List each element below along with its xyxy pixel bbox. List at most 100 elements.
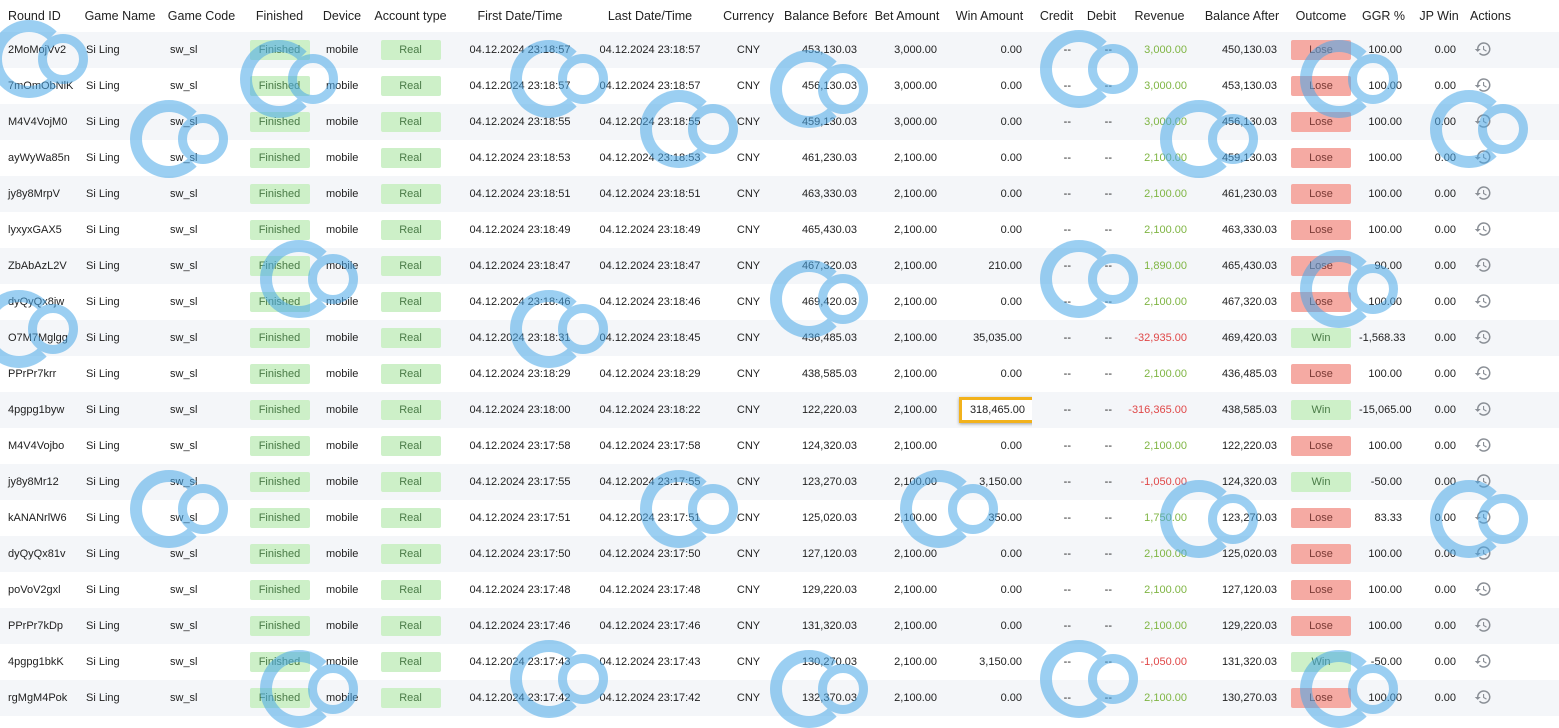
debit-cell: --: [1104, 116, 1112, 128]
credit-cell: --: [1063, 512, 1071, 524]
history-icon[interactable]: [1474, 652, 1492, 670]
col-header-finished[interactable]: Finished: [241, 0, 318, 32]
first-datetime-cell: 04.12.2024 23:17:55: [469, 476, 571, 488]
history-icon[interactable]: [1474, 148, 1492, 166]
round-id-cell[interactable]: PPrPr7krr: [0, 356, 78, 392]
finished-badge: Finished: [249, 688, 310, 708]
round-id-cell[interactable]: M4V4VojM0: [0, 104, 78, 140]
history-icon[interactable]: [1474, 184, 1492, 202]
round-id-cell[interactable]: ayWyWa85n: [0, 140, 78, 176]
win-amount-cell: 0.00: [947, 680, 1032, 716]
round-id-cell[interactable]: jy8y8MrpV: [0, 176, 78, 212]
outcome-badge: Lose: [1291, 616, 1351, 636]
col-header-ggr[interactable]: GGR %: [1355, 0, 1412, 32]
history-icon[interactable]: [1474, 436, 1492, 454]
jp-win-cell: 0.00: [1434, 656, 1456, 668]
col-header-last-datetime[interactable]: Last Date/Time: [585, 0, 715, 32]
account-type-cell: Real: [366, 356, 455, 392]
actions-cell: [1466, 356, 1559, 392]
round-id-cell[interactable]: ZbAbAzL2V: [0, 248, 78, 284]
currency-cell: CNY: [736, 476, 761, 488]
account-type-cell: Real: [366, 284, 455, 320]
col-header-debit[interactable]: Debit: [1081, 0, 1122, 32]
history-icon[interactable]: [1474, 400, 1492, 418]
history-icon[interactable]: [1474, 580, 1492, 598]
col-header-balance-before[interactable]: Balance Before: [782, 0, 867, 32]
finished-badge: Finished: [249, 76, 310, 96]
table-row: rgMgM4Pok Si Ling sw_sl Finished mobile Real 0…: [0, 680, 1559, 716]
bet-amount-cell: 2,100.00: [894, 692, 937, 704]
col-header-currency[interactable]: Currency: [715, 0, 782, 32]
col-header-game-name[interactable]: Game Name: [78, 0, 162, 32]
col-header-first-datetime[interactable]: First Date/Time: [455, 0, 585, 32]
round-id-cell[interactable]: lyxyxGAX5: [0, 212, 78, 248]
bet-amount-cell: 2,100.00: [894, 440, 937, 452]
first-datetime-cell: 04.12.2024 23:18:53: [469, 152, 571, 164]
game-name-cell: Si Ling: [86, 116, 120, 128]
game-name-cell: Si Ling: [86, 296, 120, 308]
outcome-cell: Lose: [1287, 140, 1355, 176]
round-id-cell[interactable]: dyQyQx8jw: [0, 284, 78, 320]
round-id-cell[interactable]: O7M7Mglgg: [0, 320, 78, 356]
round-id-cell[interactable]: 4pgpg1bkK: [0, 644, 78, 680]
history-icon[interactable]: [1474, 220, 1492, 238]
account-type-badge: Real: [380, 220, 441, 240]
history-icon[interactable]: [1474, 256, 1492, 274]
win-amount-value: 0.00: [1000, 440, 1022, 452]
balance-after-cell: 456,130.03: [1221, 116, 1277, 128]
table-row: jy8y8MrpV Si Ling sw_sl Finished mobile Real 0…: [0, 176, 1559, 212]
round-id-cell[interactable]: kANANrlW6: [0, 500, 78, 536]
history-icon[interactable]: [1474, 544, 1492, 562]
col-header-game-code[interactable]: Game Code: [162, 0, 241, 32]
round-id-cell[interactable]: 4pgpg1byw: [0, 392, 78, 428]
currency-cell: CNY: [736, 512, 761, 524]
history-icon[interactable]: [1474, 112, 1492, 130]
col-header-account-type[interactable]: Account type: [366, 0, 455, 32]
col-header-balance-after[interactable]: Balance After: [1197, 0, 1287, 32]
account-type-badge: Real: [380, 688, 441, 708]
history-icon[interactable]: [1474, 472, 1492, 490]
round-id-cell[interactable]: PPrPr7kDp: [0, 608, 78, 644]
finished-badge: Finished: [249, 220, 310, 240]
jp-win-cell: 0.00: [1434, 620, 1456, 632]
round-id-cell[interactable]: jy8y8Mr12: [0, 464, 78, 500]
debit-cell: --: [1104, 404, 1112, 416]
col-header-revenue[interactable]: Revenue: [1122, 0, 1197, 32]
round-id-cell[interactable]: 2MoMojVv2: [0, 32, 78, 68]
jp-win-cell: 0.00: [1434, 440, 1456, 452]
round-id-cell[interactable]: 7mOmObNlK: [0, 68, 78, 104]
col-header-outcome[interactable]: Outcome: [1287, 0, 1355, 32]
history-icon[interactable]: [1474, 364, 1492, 382]
game-name-cell: Si Ling: [86, 260, 120, 272]
balance-before-cell: 465,430.03: [801, 224, 857, 236]
ggr-cell: 100.00: [1368, 152, 1402, 164]
history-icon[interactable]: [1474, 688, 1492, 706]
history-icon[interactable]: [1474, 616, 1492, 634]
history-icon[interactable]: [1474, 40, 1492, 58]
finished-cell: Finished: [241, 176, 318, 212]
game-name-cell: Si Ling: [86, 152, 120, 164]
game-name-cell: Si Ling: [86, 404, 120, 416]
history-icon[interactable]: [1474, 292, 1492, 310]
col-header-credit[interactable]: Credit: [1032, 0, 1081, 32]
balance-after-cell: 131,320.03: [1221, 656, 1277, 668]
round-id-cell[interactable]: dyQyQx81v: [0, 536, 78, 572]
win-amount-value: 0.00: [1000, 548, 1022, 560]
device-cell: mobile: [326, 332, 359, 344]
col-header-bet-amount[interactable]: Bet Amount: [867, 0, 947, 32]
history-icon[interactable]: [1474, 508, 1492, 526]
credit-cell: --: [1063, 584, 1071, 596]
round-id-cell[interactable]: rgMgM4Pok: [0, 680, 78, 716]
history-icon[interactable]: [1474, 76, 1492, 94]
game-code-cell: sw_sl: [170, 296, 198, 308]
history-icon[interactable]: [1474, 328, 1492, 346]
col-header-win-amount[interactable]: Win Amount: [947, 0, 1032, 32]
col-header-jp-win[interactable]: JP Win: [1412, 0, 1466, 32]
jp-win-cell: 0.00: [1434, 548, 1456, 560]
revenue-cell: 2,100.00: [1144, 368, 1187, 380]
first-datetime-cell: 04.12.2024 23:17:48: [469, 584, 571, 596]
col-header-device[interactable]: Device: [318, 0, 366, 32]
col-header-round-id[interactable]: Round ID: [0, 0, 78, 32]
round-id-cell[interactable]: poVoV2gxl: [0, 572, 78, 608]
round-id-cell[interactable]: M4V4Vojbo: [0, 428, 78, 464]
